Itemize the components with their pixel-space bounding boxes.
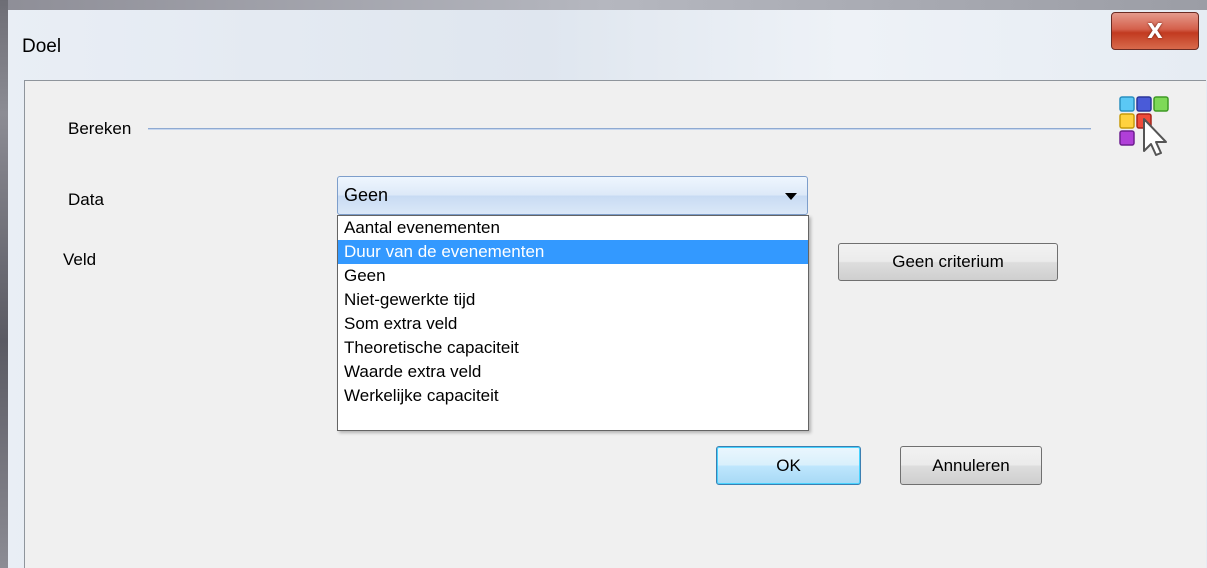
- dropdown-option[interactable]: Duur van de evenementen: [338, 240, 808, 264]
- data-label: Data: [68, 190, 104, 209]
- window-left-frame: [0, 0, 8, 568]
- data-combobox[interactable]: Geen: [337, 176, 808, 215]
- dropdown-option[interactable]: Aantal evenementen: [338, 216, 808, 240]
- cancel-button[interactable]: Annuleren: [900, 446, 1042, 485]
- data-dropdown-list[interactable]: Aantal evenementen Duur van de evenemente…: [337, 215, 809, 431]
- dropdown-option[interactable]: Geen: [338, 264, 808, 288]
- ok-button-label: OK: [776, 455, 801, 475]
- dialog-title: Doel: [22, 36, 62, 57]
- close-button[interactable]: X: [1111, 12, 1199, 50]
- dialog-window: Doel X Bereken Data Veld Geen Aantal eve…: [0, 0, 1207, 568]
- geen-criterium-button-label: Geen criterium: [892, 252, 1004, 271]
- dropdown-option[interactable]: Niet-gewerkte tijd: [338, 288, 808, 312]
- group-separator: [148, 128, 1091, 130]
- dropdown-option[interactable]: Theoretische capaciteit: [338, 336, 808, 360]
- geen-criterium-button[interactable]: Geen criterium: [838, 243, 1058, 281]
- window-top-frame: [0, 0, 1207, 10]
- dropdown-option[interactable]: Som extra veld: [338, 312, 808, 336]
- veld-label: Veld: [63, 250, 97, 269]
- close-icon: X: [1147, 19, 1163, 43]
- dropdown-option[interactable]: Waarde extra veld: [338, 360, 808, 384]
- colored-grid-cursor-icon: [1119, 96, 1169, 156]
- group-label-bereken: Bereken: [68, 119, 132, 138]
- cancel-button-label: Annuleren: [932, 455, 1010, 475]
- dropdown-option[interactable]: Werkelijke capaciteit: [338, 384, 808, 408]
- chevron-down-icon[interactable]: [785, 193, 797, 200]
- ok-button[interactable]: OK: [716, 446, 861, 485]
- data-combobox-value: Geen: [344, 185, 389, 205]
